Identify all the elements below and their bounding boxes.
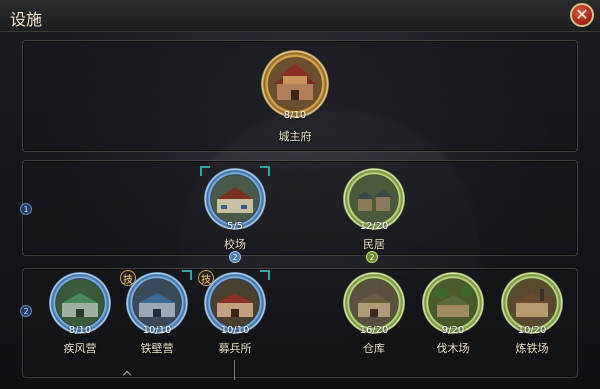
lumber-label: 伐木场 xyxy=(436,342,470,355)
tree-connector-line xyxy=(234,360,235,380)
recruit-label: 募兵所 xyxy=(218,342,252,355)
swift-building-icon xyxy=(56,279,104,327)
selection-corner xyxy=(260,270,270,280)
tier-1-indicator: 1 xyxy=(20,203,32,215)
smelter-label: 炼铁场 xyxy=(515,342,549,355)
drill-count: 5/5 xyxy=(226,221,244,232)
close-icon: ✕ xyxy=(575,5,589,24)
swift-count: 8/10 xyxy=(68,325,92,336)
housing-building-icon xyxy=(350,175,398,223)
palace-building-icon xyxy=(269,58,321,110)
selection-corner xyxy=(260,166,270,176)
building-housing[interactable]: 12/20 民居 xyxy=(337,164,411,252)
warehouse-count: 16/20 xyxy=(359,325,389,336)
close-button[interactable]: ✕ xyxy=(570,3,594,27)
housing-label: 民居 xyxy=(363,238,385,251)
building-lumber-yard[interactable]: 9/20 伐木场 xyxy=(416,270,490,358)
drill-requirement-badge: 2 xyxy=(229,251,241,263)
building-drill-ground[interactable]: 5/5 校场 xyxy=(198,164,272,252)
palace-frame xyxy=(261,50,329,118)
smelter-count: 10/20 xyxy=(517,325,547,336)
iron-count: 10/10 xyxy=(142,325,172,336)
iron-label: 铁壁营 xyxy=(140,342,174,355)
selection-corner xyxy=(182,270,192,280)
housing-requirement-badge: 2 xyxy=(366,251,378,263)
tier-2-indicator: 2 xyxy=(20,305,32,317)
warehouse-building-icon xyxy=(350,279,398,327)
palace-label: 城主府 xyxy=(278,130,312,143)
building-recruitment-office[interactable]: 技 10/10 募兵所 xyxy=(198,270,272,358)
housing-count: 12/20 xyxy=(359,221,389,232)
swift-label: 疾风营 xyxy=(63,342,97,355)
title-bar: 设施 ✕ xyxy=(0,0,600,32)
palace-count: 8/10 xyxy=(283,110,307,121)
building-smelter[interactable]: 10/20 炼铁场 xyxy=(495,270,569,358)
lumber-building-icon xyxy=(429,279,477,327)
building-swift-camp[interactable]: 8/10 疾风营 xyxy=(43,270,117,358)
iron-building-icon xyxy=(133,279,181,327)
drill-label: 校场 xyxy=(224,238,246,251)
building-iron-wall-camp[interactable]: 技 10/10 铁壁营 xyxy=(120,270,194,358)
selection-corner xyxy=(200,166,210,176)
recruit-count: 10/10 xyxy=(220,325,250,336)
lumber-count: 9/20 xyxy=(441,325,465,336)
window-title: 设施 xyxy=(10,10,43,29)
warehouse-label: 仓库 xyxy=(363,342,385,355)
smelter-building-icon xyxy=(508,279,556,327)
tier-1-panel xyxy=(22,160,578,256)
building-warehouse[interactable]: 16/20 仓库 xyxy=(337,270,411,358)
drill-building-icon xyxy=(211,175,259,223)
recruit-building-icon xyxy=(211,279,259,327)
building-palace[interactable]: 8/10 城主府 xyxy=(255,50,335,148)
